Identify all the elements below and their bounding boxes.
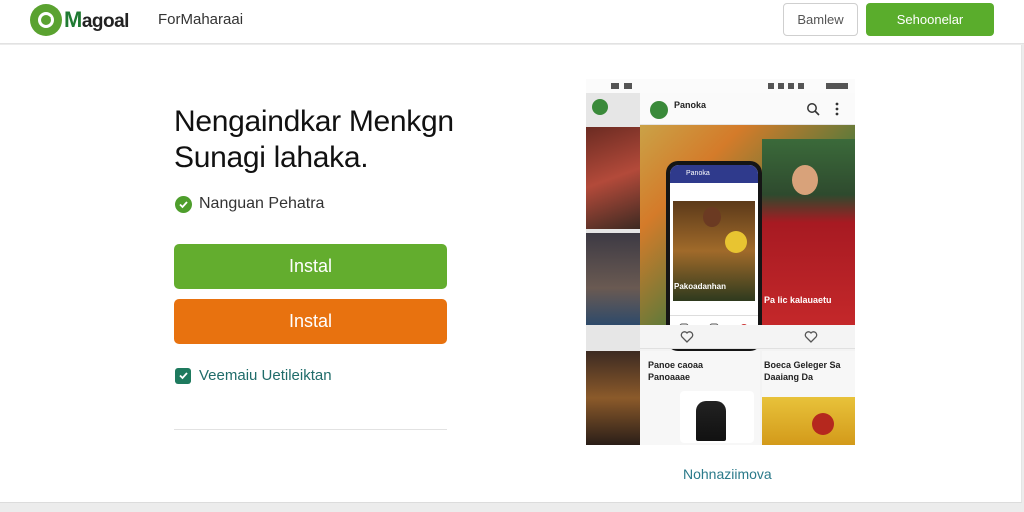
preview-app-bar: Panoka [640, 93, 855, 125]
checkbox-checked-icon[interactable] [175, 367, 191, 384]
preview-app-name: Panoka [674, 100, 707, 110]
preview-status-bar [586, 79, 855, 93]
top-header: Magoal ForMaharaai Bamlew Sehoonelar [0, 0, 1024, 44]
logo-wordmark: Magoal [64, 7, 129, 32]
phone-header-title: Panoka [686, 170, 710, 177]
preview-caption-bottom-left-2: Panoaaae [648, 372, 691, 382]
hero-title-line-1: Nengaindkar Menkgn [174, 105, 454, 138]
preview-caption-right: Pa lic kalauaetu [764, 295, 832, 305]
divider [174, 429, 447, 430]
phone-header: Panoka [670, 165, 758, 183]
preview-caption-bottom-right-1: Boeca Geleger Sa [764, 360, 841, 370]
secondary-header-button[interactable]: Bamlew [783, 3, 858, 36]
install-button-orange[interactable]: Instal [174, 299, 447, 344]
heart-icon-right [804, 331, 818, 343]
consent-checkbox-row[interactable]: Veemaiu Uetileiktan [175, 367, 332, 384]
hero-title: Nengaindkar Menkgn Sunagi lahaka. [174, 104, 474, 176]
main-card [0, 45, 1022, 503]
app-preview-image: Panoka Pa lic kalauaetu Panoka Pakoadanh… [586, 79, 855, 445]
check-circle-icon [175, 195, 192, 213]
more-vertical-icon [835, 102, 839, 116]
header-tagline: ForMaharaai [158, 11, 244, 28]
preview-app-logo-icon [650, 101, 668, 119]
feature-item: Nanguan Pehatra [175, 195, 324, 213]
brand-logo[interactable]: Magoal [30, 4, 129, 36]
phone-screen: Panoka Pakoadanhan [670, 165, 758, 347]
hero-title-line-2: Sunagi lahaka. [174, 141, 369, 174]
preview-caption-bottom-left-1: Panoe caoaa [648, 360, 704, 370]
checkbox-label: Veemaiu Uetileiktan [199, 367, 332, 384]
primary-header-button[interactable]: Sehoonelar [866, 3, 994, 36]
install-button-green[interactable]: Instal [174, 244, 447, 289]
phone-mockup: Panoka Pakoadanhan [666, 161, 762, 351]
heart-icon [680, 331, 694, 343]
search-icon [807, 103, 820, 116]
feature-label: Nanguan Pehatra [199, 195, 325, 212]
preview-photo-left-mid [586, 233, 640, 325]
preview-action-row [640, 325, 855, 349]
preview-photo-left-bottom [586, 351, 640, 445]
logo-mark-icon [30, 4, 62, 36]
preview-photo-left-top [586, 127, 640, 229]
phone-caption: Pakoadanhan [674, 282, 727, 291]
preview-caption-bottom-right-2: Daaiang Da [764, 372, 814, 382]
preview-logo-icon [592, 99, 608, 115]
preview-link[interactable]: Nohnaziimova [683, 466, 772, 482]
